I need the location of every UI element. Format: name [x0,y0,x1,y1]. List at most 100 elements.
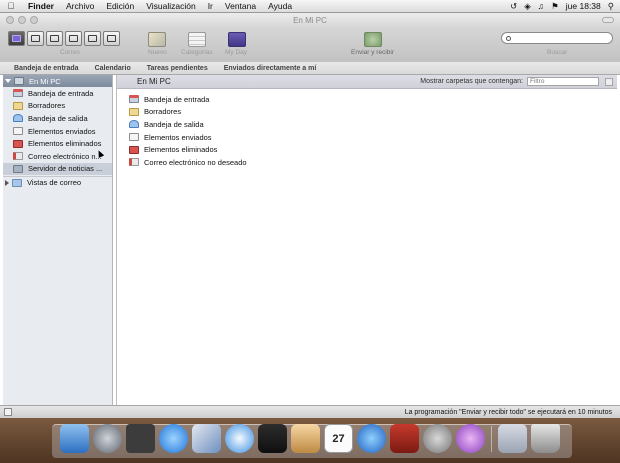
menu-finder[interactable]: Finder [22,1,60,11]
send-receive-button[interactable] [362,30,384,48]
tab-calendar[interactable]: Calendario [87,65,139,72]
sidebar-item-news-server[interactable]: Servidor de noticias ... [3,162,112,176]
search-field[interactable] [501,32,613,44]
folder-row[interactable]: Bandeja de salida [117,118,617,131]
mail-view-button[interactable] [8,31,25,46]
folder-list: Bandeja de entrada Borradores Bandeja de… [117,89,617,169]
menu-archivo[interactable]: Archivo [60,1,100,11]
new-button[interactable] [146,30,168,48]
view-label: Correo [60,49,80,56]
drafts-icon [129,107,139,116]
menu-ir[interactable]: Ir [202,1,219,11]
calendar-icon[interactable]: 27 [324,424,353,453]
junk-icon [13,152,23,161]
sidebar-item-deleted[interactable]: Elementos eliminados [3,137,112,150]
filter-input[interactable]: Filtro [527,77,599,86]
folder-label: Borradores [144,107,182,117]
facetime-icon[interactable] [258,424,287,453]
disclosure-triangle-icon[interactable] [5,79,11,83]
photo-booth-icon[interactable] [390,424,419,453]
finder-icon[interactable] [60,424,89,453]
dashboard-icon[interactable] [126,424,155,453]
system-preferences-icon[interactable] [423,424,452,453]
address-book-icon[interactable] [291,424,320,453]
tasks-view-button[interactable] [84,31,101,46]
projects-view-button[interactable] [103,31,120,46]
menu-visualizacion[interactable]: Visualización [140,1,201,11]
calendar-icon [50,35,59,42]
menu-ayuda[interactable]: Ayuda [262,1,298,11]
outlook-window: En Mi PC Correo Nuevo Categorías My Day … [0,13,620,418]
minimize-button[interactable] [18,16,26,24]
deleted-icon [129,145,139,154]
menu-edicion[interactable]: Edición [100,1,140,11]
notes-view-button[interactable] [65,31,82,46]
calendar-view-button[interactable] [46,31,63,46]
status-message: La programación "Enviar y recibir todo" … [404,408,612,416]
folder-row[interactable]: Correo electrónico no deseado [117,156,617,169]
sidebar-item-inbox[interactable]: Bandeja de entrada [3,87,112,100]
window-title: En Mi PC [293,16,327,25]
send-receive-label: Enviar y recibir [351,49,394,56]
categories-button[interactable] [186,30,208,48]
folder-row[interactable]: Bandeja de entrada [117,93,617,106]
deleted-icon [13,139,23,148]
dock-separator [491,426,492,452]
preview-icon[interactable] [192,424,221,453]
drafts-icon [13,101,23,110]
flag-icon[interactable]: ⚑ [551,1,559,12]
disclosure-triangle-icon[interactable] [5,179,9,186]
search-input[interactable] [514,34,604,42]
sidebar-item-sent[interactable]: Elementos enviados [3,125,112,138]
sidebar-item-label: Servidor de noticias ... [28,164,103,174]
menu-ventana[interactable]: Ventana [219,1,262,11]
status-bar: La programación "Enviar y recibir todo" … [0,405,620,418]
safari-icon[interactable] [225,424,254,453]
categories-icon [188,31,206,47]
sidebar-item-label: Correo electrónico n... [28,151,102,161]
sidebar-toggle-button[interactable] [4,408,12,416]
tab-sent-to-me[interactable]: Enviados directamente a mí [216,65,325,72]
wifi-icon[interactable]: ◈ [524,1,531,12]
sidebar-item-label: Bandeja de entrada [28,88,94,98]
itunes-icon[interactable] [357,424,386,453]
my-day-button[interactable] [226,30,248,48]
time-machine-icon[interactable]: ↺ [510,1,517,12]
spotlight-icon[interactable]: ⚲ [608,1,614,12]
zoom-button[interactable] [30,16,38,24]
sidebar-item-mail-views[interactable]: Vistas de correo [3,176,112,189]
folder-row[interactable]: Elementos eliminados [117,143,617,156]
inbox-icon [13,89,23,98]
pane-title: En Mi PC [137,77,171,86]
filter-options-button[interactable] [605,77,613,86]
volume-icon[interactable]: ♫ [538,1,544,11]
downloads-stack-icon[interactable] [498,424,527,453]
folder-label: Elementos eliminados [144,145,218,155]
contacts-view-button[interactable] [27,31,44,46]
app-store-icon[interactable] [159,424,188,453]
tab-inbox[interactable]: Bandeja de entrada [0,65,87,72]
sidebar-item-label: Borradores [28,101,66,111]
folder-row[interactable]: Borradores [117,106,617,119]
sidebar-root-en-mi-pc[interactable]: En Mi PC [3,75,112,87]
apple-icon[interactable]:  [0,1,22,11]
toolbar-toggle-button[interactable] [602,17,614,23]
smart-folder-icon [12,178,22,187]
folder-sidebar: En Mi PC Bandeja de entrada Borradores B… [3,75,113,405]
search-icon [506,35,511,41]
outlook-icon[interactable] [456,424,485,453]
launchpad-icon[interactable] [93,424,122,453]
outbox-icon [129,120,139,129]
sidebar-item-outbox[interactable]: Bandeja de salida [3,112,112,125]
clock[interactable]: jue 18:38 [566,1,601,11]
tab-tasks[interactable]: Tareas pendientes [139,65,216,72]
close-button[interactable] [6,16,14,24]
sidebar-item-drafts[interactable]: Borradores [3,100,112,113]
trash-icon[interactable] [531,424,560,453]
dock-apps: 27 [60,424,560,453]
sidebar-item-label: Elementos eliminados [28,139,102,149]
menubar-status-area: ↺ ◈ ♫ ⚑ jue 18:38 ⚲ [510,1,620,12]
folder-label: Bandeja de entrada [144,94,210,104]
address-book-icon [31,35,40,42]
folder-row[interactable]: Elementos enviados [117,131,617,144]
